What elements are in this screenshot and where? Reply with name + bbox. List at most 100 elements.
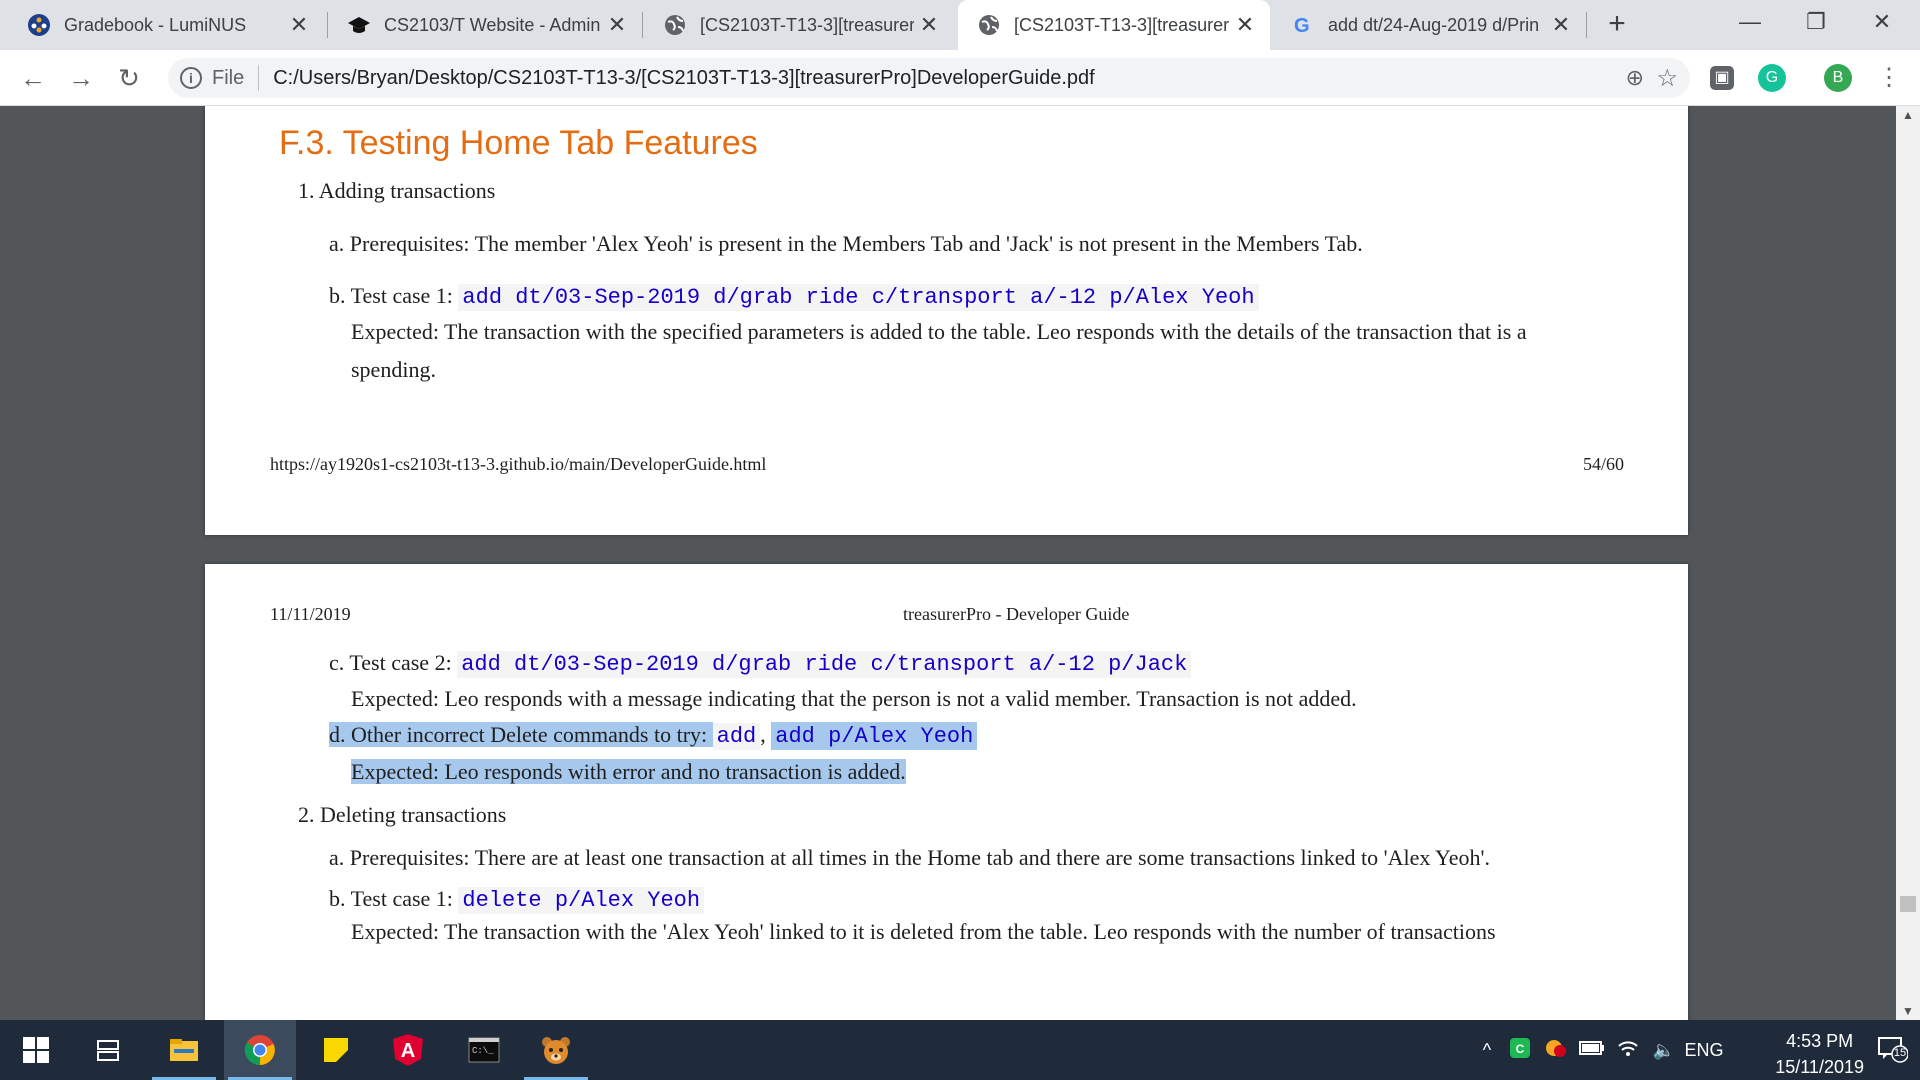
page-footer-url: https://ay1920s1-cs2103t-t13-3.github.io…	[270, 454, 767, 474]
page-header-date: 11/11/2019	[270, 604, 351, 624]
restore-button[interactable]: ❐	[1786, 0, 1846, 44]
test-case-label: c. Test case 2:	[329, 650, 458, 675]
graduation-cap-icon	[348, 14, 370, 36]
windows-taskbar: A C:\_ ^ C 🔈 ENG 4:53 PM 15/11/2019 15	[0, 1020, 1920, 1080]
reload-button[interactable]: ↻	[112, 62, 146, 96]
forward-button[interactable]: →	[64, 62, 98, 96]
svg-text:G: G	[1294, 15, 1310, 36]
list-item-deleting-transactions: 2. Deleting transactions	[298, 802, 507, 827]
close-icon[interactable]: ✕	[602, 12, 632, 38]
chrome-icon[interactable]	[224, 1020, 296, 1080]
wifi-icon[interactable]	[1610, 1038, 1646, 1063]
comma: ,	[760, 722, 772, 747]
menu-kebab-icon[interactable]: ⋮	[1872, 62, 1906, 96]
tab-developer-guide-active[interactable]: [CS2103T-T13-3][treasurerP ✕	[958, 0, 1270, 50]
back-button[interactable]: ←	[16, 62, 50, 96]
action-center-icon[interactable]: 15	[1878, 1036, 1909, 1064]
expected-text: Expected: The transaction with the speci…	[351, 319, 1527, 344]
file-label: File	[212, 66, 245, 89]
section-heading: F.3. Testing Home Tab Features	[279, 124, 758, 162]
code-snippet: add	[712, 723, 761, 750]
tab-divider	[1586, 12, 1587, 38]
address-bar[interactable]: i File C:/Users/Bryan/Desktop/CS2103T-T1…	[168, 58, 1690, 98]
grammarly-icon[interactable]: G	[1758, 64, 1786, 92]
bear-app-icon[interactable]	[520, 1020, 592, 1080]
tab-title: add dt/24-Aug-2019 d/Prin	[1328, 14, 1540, 35]
profile-avatar[interactable]: B	[1824, 64, 1852, 92]
tab-divider	[642, 12, 643, 38]
extension-icon[interactable]: ▣	[1710, 66, 1734, 90]
close-icon[interactable]: ✕	[914, 12, 944, 38]
highlighted-text: d. Other incorrect Delete commands to tr…	[329, 722, 713, 747]
tray-sync-icon[interactable]	[1538, 1037, 1574, 1064]
selected-expected-line: Expected: Leo responds with error and no…	[351, 759, 906, 785]
tab-developer-guide-1[interactable]: [CS2103T-T13-3][treasurerP ✕	[644, 0, 954, 50]
angular-icon[interactable]: A	[372, 1020, 444, 1080]
page-header-title: treasurerPro - Developer Guide	[903, 604, 1130, 624]
svg-text:C:\_: C:\_	[472, 1046, 494, 1056]
code-snippet: add dt/03-Sep-2019 d/grab ride c/transpo…	[458, 284, 1259, 311]
battery-icon[interactable]	[1574, 1040, 1610, 1061]
system-clock[interactable]: 4:53 PM 15/11/2019	[1775, 1028, 1864, 1080]
vertical-scrollbar[interactable]: ▲ ▼	[1896, 106, 1920, 1020]
url-text[interactable]: C:/Users/Bryan/Desktop/CS2103T-T13-3/[CS…	[273, 67, 1094, 90]
bookmark-star-icon[interactable]: ☆	[1656, 64, 1678, 93]
file-explorer-icon[interactable]	[148, 1020, 220, 1080]
clock-date: 15/11/2019	[1775, 1057, 1864, 1077]
test-case-label: b. Test case 1:	[329, 886, 459, 911]
close-window-button[interactable]: ✕	[1852, 0, 1912, 44]
globe-icon	[978, 14, 1000, 36]
profile-initial: B	[1832, 69, 1844, 86]
page-number: 54/60	[1582, 454, 1624, 474]
tab-cs2103-website[interactable]: CS2103/T Website - Admin ✕	[328, 0, 642, 50]
zoom-icon[interactable]: ⊕	[1626, 65, 1644, 91]
close-icon[interactable]: ✕	[1230, 12, 1260, 38]
info-icon[interactable]: i	[180, 67, 202, 89]
code-snippet: add p/Alex Yeoh	[771, 723, 978, 750]
google-icon: G	[1292, 14, 1314, 36]
task-view-icon[interactable]	[72, 1020, 144, 1080]
code-snippet: delete p/Alex Yeoh	[458, 887, 705, 914]
new-tab-button[interactable]: +	[1600, 8, 1634, 42]
tab-google-search[interactable]: G add dt/24-Aug-2019 d/Prin ✕	[1272, 0, 1586, 50]
tab-title: Gradebook - LumiNUS	[64, 14, 247, 35]
scroll-down-arrow[interactable]: ▼	[1896, 1004, 1920, 1018]
tab-gradebook[interactable]: Gradebook - LumiNUS ✕	[8, 0, 324, 50]
volume-icon[interactable]: 🔈	[1646, 1040, 1682, 1061]
minimize-button[interactable]: —	[1720, 0, 1780, 44]
scroll-up-arrow[interactable]: ▲	[1896, 108, 1920, 122]
expected-text-cont: spending.	[351, 357, 436, 382]
start-windows-icon[interactable]	[0, 1020, 72, 1080]
prerequisites-text: a. Prerequisites: The member 'Alex Yeoh'…	[329, 231, 1363, 256]
pdf-page-55: 11/11/2019 treasurerPro - Developer Guid…	[205, 564, 1688, 1020]
highlighted-text: Expected: Leo responds with error and no…	[351, 759, 906, 784]
tab-title: CS2103/T Website - Admin	[384, 14, 601, 35]
pdf-viewer[interactable]: F.3. Testing Home Tab Features 1. Adding…	[0, 106, 1920, 1020]
browser-toolbar: ← → ↻ i File C:/Users/Bryan/Desktop/CS21…	[0, 50, 1920, 106]
tab-title: [CS2103T-T13-3][treasurerP	[700, 14, 914, 35]
scroll-thumb[interactable]	[1900, 896, 1916, 912]
show-hidden-icons-chevron-icon[interactable]: ^	[1472, 1040, 1502, 1061]
sticky-notes-icon[interactable]	[300, 1020, 372, 1080]
close-icon[interactable]: ✕	[1546, 12, 1576, 38]
svg-text:C: C	[1516, 1042, 1525, 1056]
close-icon[interactable]: ✕	[284, 12, 314, 38]
code-snippet: add dt/03-Sep-2019 d/grab ride c/transpo…	[457, 651, 1192, 678]
svg-text:A: A	[401, 1040, 415, 1062]
tray-app-icon[interactable]: C	[1502, 1037, 1538, 1064]
test-case-label: b. Test case 1:	[329, 283, 459, 308]
language-indicator[interactable]: ENG	[1682, 1040, 1726, 1061]
tab-strip: Gradebook - LumiNUS ✕ CS2103/T Website -…	[0, 0, 1920, 50]
terminal-icon[interactable]: C:\_	[448, 1020, 520, 1080]
clock-time: 4:53 PM	[1786, 1031, 1854, 1051]
selected-text-line: d. Other incorrect Delete commands to tr…	[329, 722, 978, 750]
luminus-icon	[28, 14, 50, 36]
address-divider	[258, 65, 260, 91]
notification-count: 15	[1893, 1047, 1907, 1059]
test-case-line: b. Test case 1: delete p/Alex Yeoh	[329, 886, 705, 914]
tab-title: [CS2103T-T13-3][treasurerP	[1014, 14, 1230, 35]
test-case-line: b. Test case 1: add dt/03-Sep-2019 d/gra…	[329, 283, 1259, 311]
expected-text: Expected: The transaction with the 'Alex…	[351, 919, 1496, 944]
list-item-adding-transactions: 1. Adding transactions	[298, 178, 496, 203]
pdf-page-54: F.3. Testing Home Tab Features 1. Adding…	[205, 106, 1688, 535]
